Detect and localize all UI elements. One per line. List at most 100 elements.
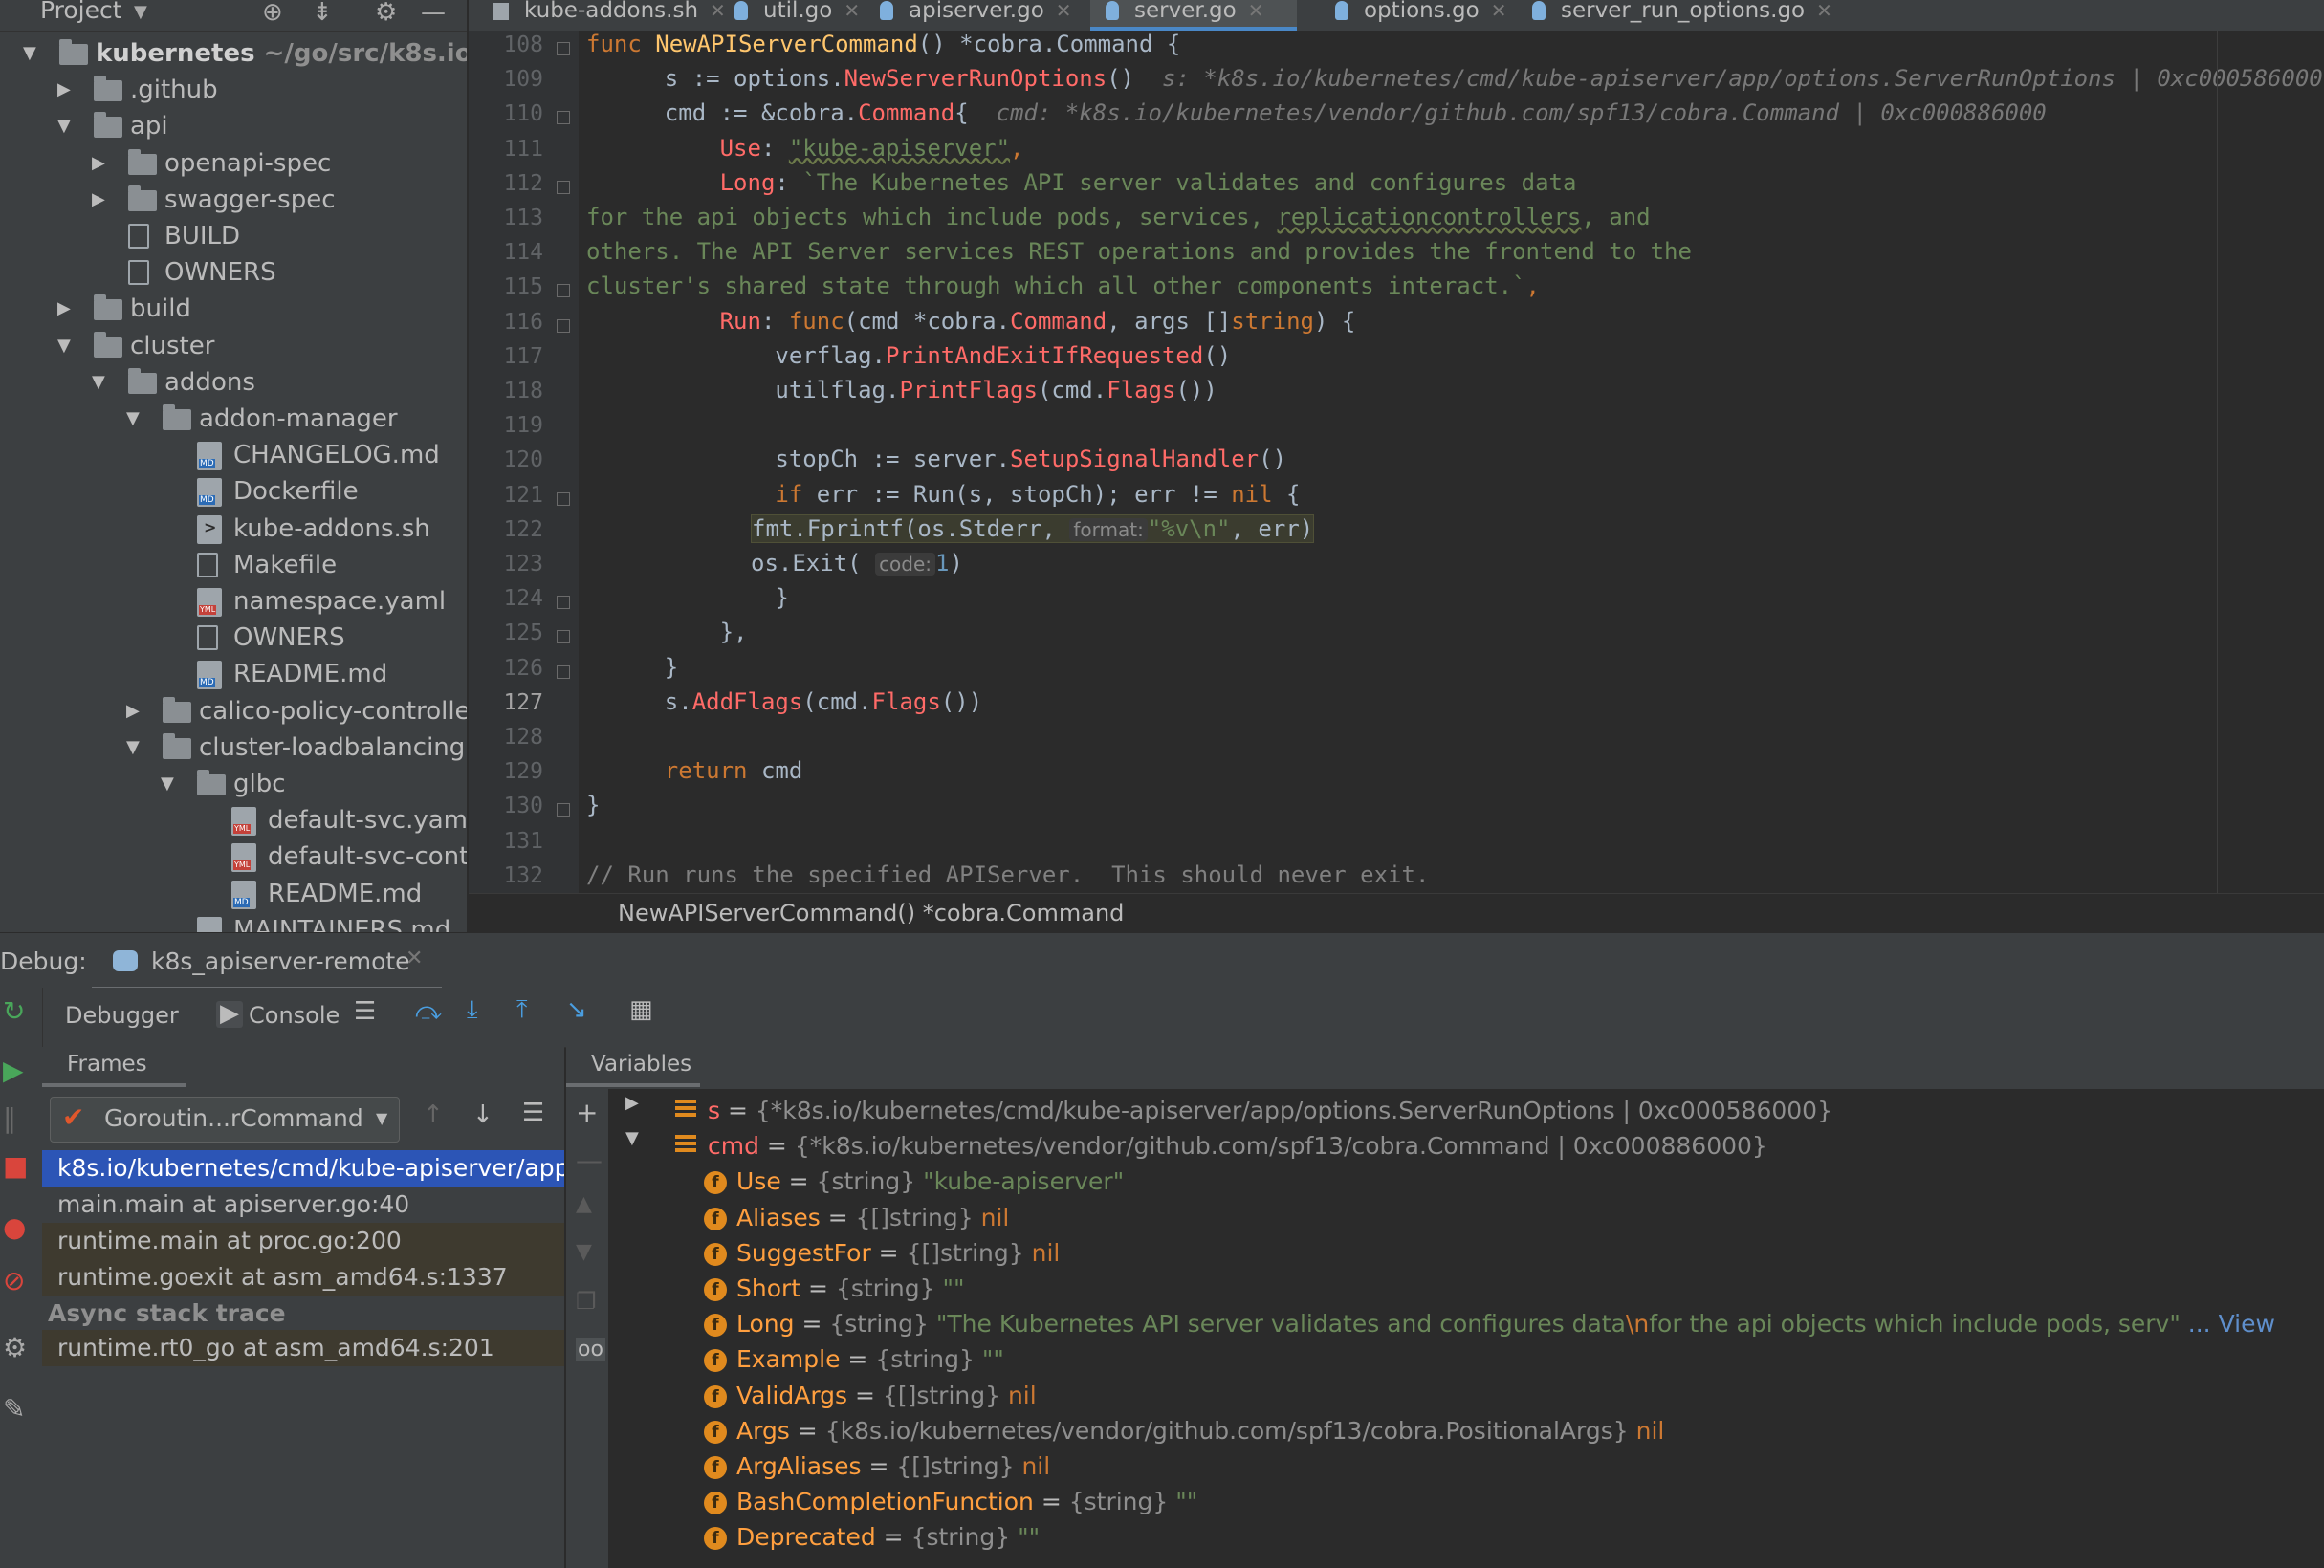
- variable-row[interactable]: f ValidArgs = {[]string} nil: [704, 1378, 1037, 1414]
- tab-debugger[interactable]: Debugger: [65, 988, 179, 1043]
- stack-frame[interactable]: runtime.main at proc.go:200: [42, 1223, 564, 1259]
- evaluate-expression-icon[interactable]: ▦: [629, 995, 653, 1024]
- fold-marker-icon[interactable]: [557, 111, 570, 125]
- chevron-right-icon[interactable]: ▶: [126, 693, 140, 730]
- stack-frame[interactable]: runtime.goexit at asm_amd64.s:1337: [42, 1259, 564, 1296]
- tree-item[interactable]: BUILD: [0, 218, 467, 254]
- tree-item[interactable]: Dockerfile: [0, 473, 467, 510]
- fold-marker-icon[interactable]: [557, 42, 570, 55]
- variable-row[interactable]: f Example = {string} "": [704, 1341, 1004, 1378]
- crosshair-icon[interactable]: ⊕: [262, 0, 283, 27]
- fold-marker-icon[interactable]: [557, 596, 570, 610]
- stack-frame[interactable]: runtime.rt0_go at asm_amd64.s:201: [42, 1330, 564, 1366]
- variable-row[interactable]: f BashCompletionFunction = {string} "": [704, 1484, 1197, 1520]
- fold-marker-icon[interactable]: [557, 491, 570, 506]
- arrow-up-icon[interactable]: ↑: [423, 1100, 444, 1129]
- resume-icon[interactable]: ▶: [3, 1055, 24, 1086]
- run-to-cursor-icon[interactable]: ↘: [566, 995, 587, 1024]
- fold-marker-icon[interactable]: [557, 284, 570, 298]
- tree-item[interactable]: ▶ .github: [0, 72, 467, 108]
- stack-frame[interactable]: k8s.io/kubernetes/cmd/kube-apiserver/app…: [42, 1150, 564, 1187]
- breadcrumb-item[interactable]: NewAPIServerCommand() *cobra.Command: [618, 900, 1124, 926]
- tree-item[interactable]: README.md: [0, 876, 467, 912]
- pin-icon[interactable]: ✎: [3, 1393, 25, 1425]
- variable-row[interactable]: f Use = {string} "kube-apiserver": [704, 1164, 1124, 1200]
- tree-item[interactable]: Makefile: [0, 547, 467, 583]
- variable-row[interactable]: f ArgAliases = {[]string} nil: [704, 1448, 1050, 1485]
- tree-item[interactable]: default-svc.yaml: [0, 802, 467, 838]
- chevron-down-icon[interactable]: ▼: [57, 328, 71, 364]
- frames-title[interactable]: Frames: [67, 1052, 147, 1077]
- thread-dropdown[interactable]: ✔ Goroutin...rCommand ▼: [50, 1097, 400, 1143]
- variable-row[interactable]: s = {*k8s.io/kubernetes/cmd/kube-apiserv…: [675, 1093, 1832, 1129]
- add-watch-icon[interactable]: +: [576, 1097, 598, 1128]
- variable-row[interactable]: f Aliases = {[]string} nil: [704, 1200, 1009, 1236]
- project-panel-title[interactable]: Project: [40, 0, 122, 24]
- move-up-icon[interactable]: ▲: [576, 1192, 592, 1216]
- view-breakpoints-icon[interactable]: ●: [3, 1211, 26, 1243]
- chevron-right-icon[interactable]: ▶: [92, 145, 105, 182]
- tree-item[interactable]: ▼ addon-manager: [0, 401, 467, 437]
- tree-item[interactable]: ▶ calico-policy-controller: [0, 693, 467, 730]
- variable-row[interactable]: f Short = {string} "": [704, 1271, 964, 1307]
- pause-icon[interactable]: ‖: [3, 1102, 16, 1134]
- variable-row[interactable]: f Args = {k8s.io/kubernetes/vendor/github…: [704, 1413, 1664, 1449]
- fold-marker-icon[interactable]: [557, 318, 570, 333]
- close-icon[interactable]: ✕: [406, 947, 423, 970]
- tab-util-go[interactable]: util.go ✕: [719, 0, 870, 31]
- fold-marker-icon[interactable]: [557, 664, 570, 679]
- tree-item[interactable]: OWNERS: [0, 254, 467, 291]
- tree-item[interactable]: README.md: [0, 656, 467, 692]
- close-icon[interactable]: ✕: [844, 0, 860, 22]
- run-config-tab[interactable]: k8s_apiserver-remote ✕: [92, 933, 442, 991]
- stop-icon[interactable]: ■: [3, 1150, 28, 1182]
- tree-item[interactable]: CHANGELOG.md: [0, 437, 467, 473]
- chevron-down-icon[interactable]: ▼: [126, 401, 140, 437]
- tree-item[interactable]: kube-addons.sh: [0, 511, 467, 547]
- chevron-down-icon[interactable]: ▼: [23, 35, 36, 72]
- step-into-icon[interactable]: ⤓: [467, 995, 478, 1025]
- rerun-icon[interactable]: ↻: [3, 995, 25, 1027]
- close-icon[interactable]: ✕: [1491, 0, 1507, 22]
- variable-row[interactable]: cmd = {*k8s.io/kubernetes/vendor/github.…: [675, 1128, 1767, 1165]
- tab-console[interactable]: Console: [249, 988, 340, 1043]
- chevron-right-icon[interactable]: ▶: [57, 72, 71, 108]
- fold-marker-icon[interactable]: [557, 803, 570, 817]
- tree-item[interactable]: ▶ swagger-spec: [0, 182, 467, 218]
- move-down-icon[interactable]: ▼: [576, 1240, 592, 1264]
- chevron-down-icon[interactable]: ▼: [57, 108, 71, 144]
- minimize-icon[interactable]: —: [421, 0, 446, 27]
- tree-item[interactable]: ▼ kubernetes ~/go/src/k8s.io/kubernetes: [0, 35, 467, 72]
- tab-kube-addons-sh[interactable]: kube-addons.sh ✕: [478, 0, 726, 31]
- show-watches-icon[interactable]: oo: [576, 1338, 605, 1361]
- tree-item[interactable]: ▼ addons: [0, 364, 467, 401]
- chevron-down-icon[interactable]: ▼: [92, 364, 105, 401]
- tree-item[interactable]: ▶ build: [0, 291, 467, 327]
- tree-item[interactable]: namespace.yaml: [0, 583, 467, 620]
- code-editor[interactable]: func NewAPIServerCommand() *cobra.Comman…: [579, 31, 2324, 893]
- chevron-down-icon[interactable]: ▼: [134, 2, 147, 22]
- fold-marker-icon[interactable]: [557, 630, 570, 644]
- view-link[interactable]: ... View: [2181, 1310, 2275, 1338]
- copy-icon[interactable]: ❐: [576, 1288, 597, 1315]
- fold-marker-icon[interactable]: [557, 180, 570, 194]
- remove-watch-icon[interactable]: —: [576, 1144, 603, 1176]
- close-icon[interactable]: ✕: [1248, 0, 1264, 22]
- tab-server-go[interactable]: server.go ✕: [1090, 0, 1297, 31]
- tree-item[interactable]: ▼ api: [0, 108, 467, 144]
- stack-frame[interactable]: main.main at apiserver.go:40: [42, 1187, 564, 1223]
- tab-server-run-options-go[interactable]: server_run_options.go ✕: [1517, 0, 1848, 31]
- step-out-icon[interactable]: ⤒: [516, 995, 528, 1025]
- arrow-down-icon[interactable]: ↓: [472, 1100, 493, 1129]
- gear-icon[interactable]: ⚙: [375, 0, 397, 27]
- mute-breakpoints-icon[interactable]: ⊘: [3, 1265, 25, 1296]
- variables-title[interactable]: Variables: [591, 1052, 691, 1077]
- tree-item[interactable]: MAINTAINERS.md: [0, 912, 467, 932]
- variable-row[interactable]: f SuggestFor = {[]string} nil: [704, 1235, 1060, 1272]
- close-icon[interactable]: ✕: [1056, 0, 1072, 22]
- step-over-icon[interactable]: ⤼: [415, 997, 442, 1027]
- filter-icon[interactable]: ☰: [522, 1099, 544, 1127]
- variable-row[interactable]: f Long = {string} "The Kubernetes API ser…: [704, 1306, 2275, 1342]
- close-icon[interactable]: ✕: [1816, 0, 1832, 22]
- collapse-all-icon[interactable]: ⇟: [312, 0, 333, 27]
